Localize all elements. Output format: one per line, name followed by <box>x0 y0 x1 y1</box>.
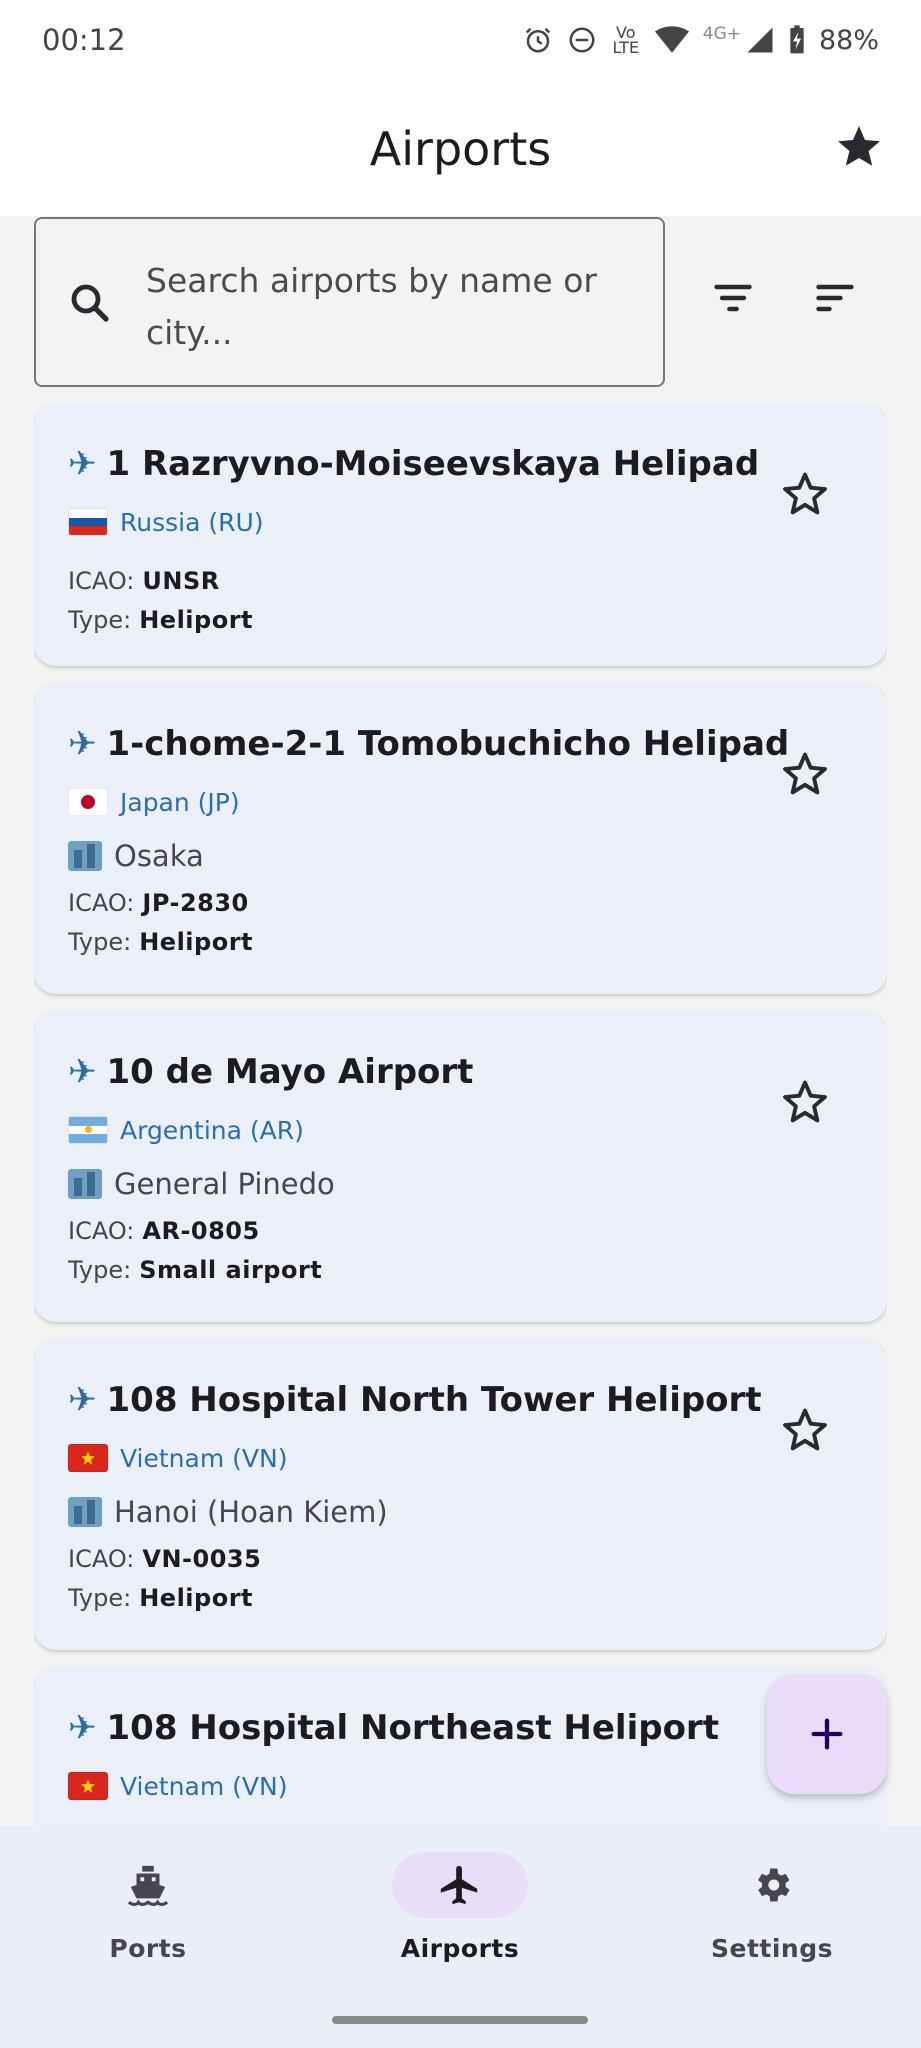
country-link[interactable]: Japan (JP) <box>68 780 853 824</box>
home-indicator[interactable] <box>332 2016 588 2024</box>
nav-label: Settings <box>710 1934 833 1963</box>
vietnam-flag-icon <box>68 1444 108 1472</box>
airplane-icon <box>440 1865 478 1905</box>
airplane-icon: ✈ <box>68 1380 97 1420</box>
star-outline-icon <box>783 752 827 795</box>
airplane-icon: ✈ <box>68 724 97 764</box>
top-app-bar: Airports <box>0 80 921 216</box>
search-placeholder: Search airports by name or city... <box>146 261 597 352</box>
country-link[interactable]: Vietnam (VN) <box>68 1436 853 1480</box>
do-not-disturb-icon <box>569 27 595 53</box>
type-row: Type: Heliport <box>68 928 254 956</box>
alarm-icon <box>525 27 550 53</box>
favorite-star-button[interactable] <box>779 468 831 520</box>
favorite-star-button[interactable] <box>779 1076 831 1128</box>
filter-icon <box>714 284 752 312</box>
filter-button[interactable] <box>703 268 763 328</box>
icao-row: ICAO: UNSR <box>68 567 220 595</box>
icao-row: ICAO: AR-0805 <box>68 1217 260 1245</box>
bottom-navigation: Ports Airports Settings <box>0 1826 921 2048</box>
city-label: Hanoi (Hoan Kiem) <box>68 1488 853 1536</box>
airport-card[interactable]: ✈ 108 Hospital Northeast Heliport Vietna… <box>34 1668 887 1826</box>
page-title: Airports <box>369 122 552 176</box>
icao-row: ICAO: VN-0035 <box>68 1545 262 1573</box>
nav-item-ports[interactable]: Ports <box>28 1852 268 1972</box>
airport-card[interactable]: ✈ 1 Razryvno-Moiseevskaya Helipad Russia… <box>34 404 887 666</box>
nav-label: Airports <box>400 1934 520 1963</box>
nav-icon-container <box>392 1852 528 1918</box>
argentina-flag-icon <box>68 1116 108 1144</box>
airport-name: ✈ 1 Razryvno-Moiseevskaya Helipad <box>68 440 768 488</box>
airport-card[interactable]: ✈ 108 Hospital North Tower Heliport Viet… <box>34 1340 887 1650</box>
country-link[interactable]: Vietnam (VN) <box>68 1764 853 1808</box>
city-icon <box>68 1497 102 1527</box>
nav-item-airports[interactable]: Airports <box>340 1852 580 1972</box>
country-link[interactable]: Argentina (AR) <box>68 1108 853 1152</box>
nav-icon-container <box>80 1852 216 1918</box>
battery-charging-icon <box>790 25 804 54</box>
star-outline-icon <box>783 1408 827 1451</box>
battery-percent: 88% <box>818 24 879 56</box>
type-row: Type: Heliport <box>68 606 254 634</box>
nav-icon-container <box>704 1852 840 1918</box>
airport-name: ✈ 108 Hospital Northeast Heliport <box>68 1704 768 1752</box>
star-outline-icon <box>783 1080 827 1123</box>
sort-button[interactable] <box>805 268 865 328</box>
gear-icon <box>758 1868 790 1902</box>
favorite-star-button[interactable] <box>779 748 831 800</box>
airport-card[interactable]: ✈ 10 de Mayo Airport Argentina (AR) Gene… <box>34 1012 887 1322</box>
airport-name: ✈ 108 Hospital North Tower Heliport <box>68 1376 768 1424</box>
sort-icon <box>816 284 854 312</box>
city-label: General Pinedo <box>68 1160 853 1208</box>
airport-name: ✈ 10 de Mayo Airport <box>68 1048 768 1096</box>
airplane-icon: ✈ <box>68 444 97 484</box>
airplane-icon: ✈ <box>68 1708 97 1748</box>
nav-item-settings[interactable]: Settings <box>652 1852 892 1972</box>
signal-icon <box>747 27 773 53</box>
nav-label: Ports <box>109 1934 187 1963</box>
ship-icon <box>127 1865 169 1906</box>
search-icon <box>71 284 109 322</box>
airplane-icon: ✈ <box>68 1052 97 1092</box>
status-time: 00:12 <box>42 23 126 57</box>
search-field[interactable]: Search airports by name or city... <box>34 217 665 387</box>
japan-flag-icon <box>68 788 108 816</box>
city-icon <box>68 841 102 871</box>
country-link[interactable]: Russia (RU) <box>68 500 853 544</box>
wifi-icon <box>654 26 689 53</box>
network-type: 4G+ <box>702 24 741 44</box>
add-airport-button[interactable] <box>767 1674 887 1794</box>
airport-card[interactable]: ✈ 1-chome-2-1 Tomobuchicho Helipad Japan… <box>34 684 887 994</box>
vietnam-flag-icon <box>68 1772 108 1800</box>
status-icons: Vo LTE 4G+ 88% <box>523 23 879 57</box>
city-icon <box>68 1169 102 1199</box>
type-row: Type: Small airport <box>68 1256 323 1284</box>
star-outline-icon <box>783 472 827 515</box>
russia-flag-icon <box>68 508 108 536</box>
favorite-star-button[interactable] <box>779 1404 831 1456</box>
plus-icon <box>811 1718 843 1750</box>
type-row: Type: Heliport <box>68 1584 254 1612</box>
airport-list[interactable]: ✈ 1 Razryvno-Moiseevskaya Helipad Russia… <box>34 404 887 1826</box>
icao-row: ICAO: JP-2830 <box>68 889 249 917</box>
favorites-button[interactable] <box>831 118 887 174</box>
volte-indicator: Vo LTE <box>612 23 640 57</box>
star-filled-icon <box>838 126 880 166</box>
city-label: Osaka <box>68 832 853 880</box>
status-bar: 00:12 Vo LTE 4G+ 88% <box>0 0 921 80</box>
airport-name: ✈ 1-chome-2-1 Tomobuchicho Helipad <box>68 720 789 768</box>
